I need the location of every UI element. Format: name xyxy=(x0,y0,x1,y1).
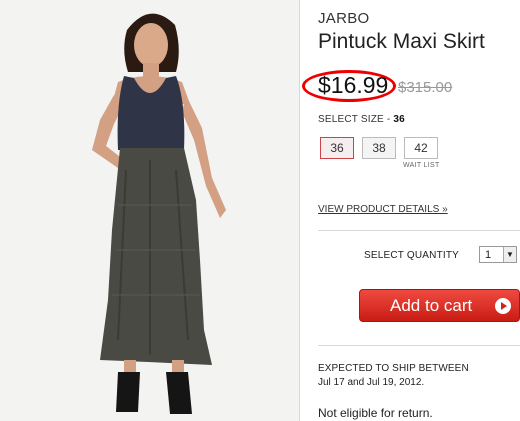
divider-line xyxy=(318,345,520,346)
product-info-panel: JARBO Pintuck Maxi Skirt $16.99 $315.00 … xyxy=(302,0,520,421)
add-to-cart-button[interactable]: Add to cart xyxy=(359,289,520,322)
model-image xyxy=(0,0,299,421)
return-policy: Not eligible for return. xyxy=(318,406,433,420)
view-product-details-link[interactable]: VIEW PRODUCT DETAILS » xyxy=(318,204,448,215)
brand-name[interactable]: JARBO xyxy=(318,10,370,27)
quantity-select[interactable]: 1 ▼ xyxy=(479,246,517,263)
product-title: Pintuck Maxi Skirt xyxy=(318,30,485,53)
wait-list-note: WAIT LIST xyxy=(403,162,440,169)
size-option-38[interactable]: 38 xyxy=(362,137,396,159)
selected-size-value: 36 xyxy=(393,114,405,125)
panel-divider xyxy=(299,0,300,421)
size-label: SELECT SIZE - 36 xyxy=(318,114,405,125)
shipping-dates: Jul 17 and Jul 19, 2012. xyxy=(318,377,425,388)
arrow-right-icon xyxy=(495,298,511,314)
size-label-text: SELECT SIZE - xyxy=(318,114,394,125)
divider-line xyxy=(318,230,520,231)
quantity-label: SELECT QUANTITY xyxy=(364,250,460,261)
sale-price: $16.99 xyxy=(318,72,389,98)
chevron-down-icon: ▼ xyxy=(503,247,516,262)
shipping-heading: EXPECTED TO SHIP BETWEEN xyxy=(318,363,469,374)
original-price: $315.00 xyxy=(398,79,453,96)
product-photo[interactable] xyxy=(0,0,299,421)
size-option-36[interactable]: 36 xyxy=(320,137,354,159)
quantity-value: 1 xyxy=(485,248,492,261)
add-to-cart-label: Add to cart xyxy=(390,296,473,315)
size-option-42[interactable]: 42 xyxy=(404,137,438,159)
